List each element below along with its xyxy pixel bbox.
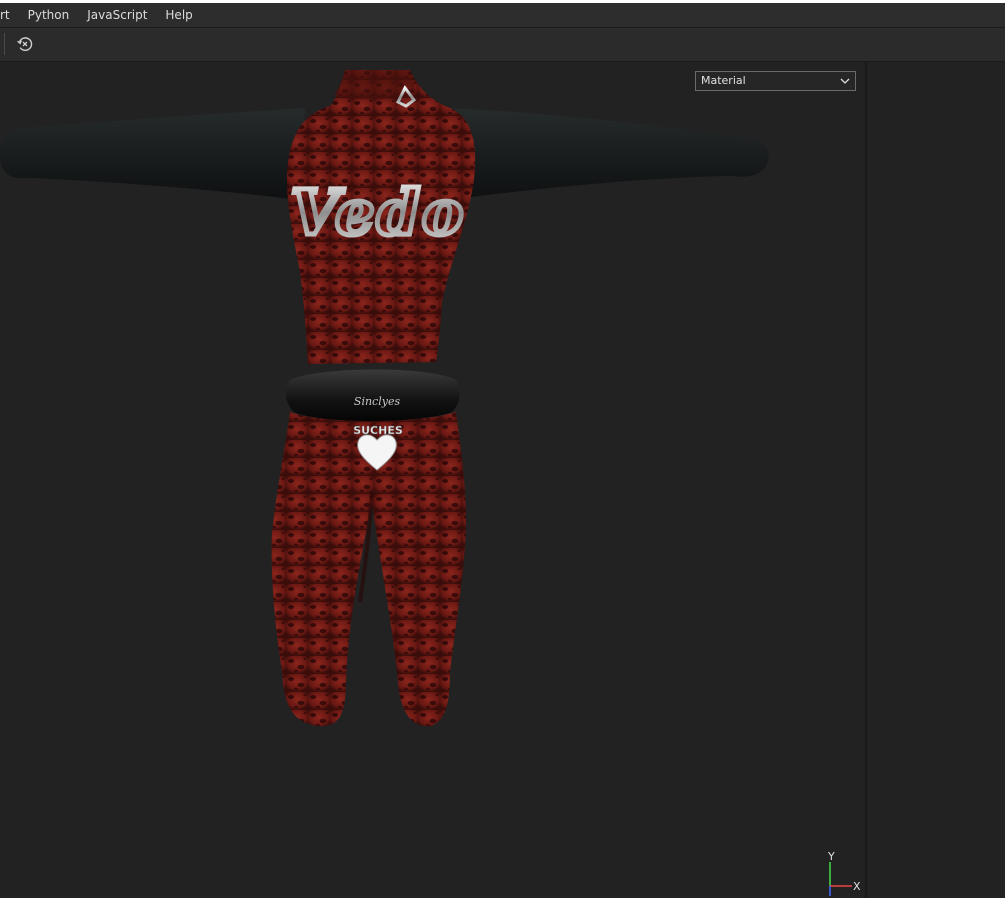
chevron-down-icon [840, 78, 850, 84]
neckline [334, 70, 416, 100]
axis-gizmo: Y X [827, 850, 861, 896]
reset-view-button[interactable] [14, 33, 36, 55]
reset-view-icon [17, 37, 33, 52]
chest-logo-text: Vedo [291, 176, 466, 249]
3d-viewport[interactable]: Vedo Sinclyes SUCHES Material Y X [0, 62, 866, 898]
menu-item-python[interactable]: Python [19, 3, 79, 27]
shading-mode-dropdown[interactable]: Material [695, 71, 856, 91]
side-panel [867, 62, 1005, 898]
charm-text: SUCHES [353, 424, 403, 437]
menu-item-javascript[interactable]: JavaScript [78, 3, 156, 27]
axis-y-label: Y [827, 850, 835, 863]
menu-item-import[interactable]: rt [0, 3, 19, 27]
toolbar-separator [4, 33, 5, 55]
menu-item-help[interactable]: Help [156, 3, 201, 27]
menu-bar: rt Python JavaScript Help [0, 3, 1005, 28]
avatar-model[interactable]: Vedo Sinclyes SUCHES [0, 62, 866, 898]
axis-x-label: X [853, 880, 861, 893]
right-sleeve [440, 108, 769, 200]
toolbar [0, 28, 1005, 62]
waistband-text: Sinclyes [354, 395, 401, 408]
left-sleeve [0, 108, 305, 200]
shading-mode-value: Material [701, 74, 746, 87]
